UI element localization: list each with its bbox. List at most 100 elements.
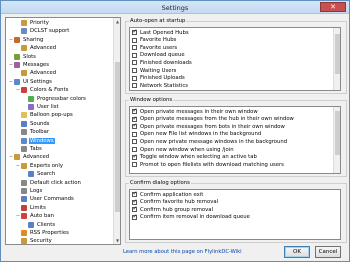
confirm-title: Confirm dialog options (129, 180, 191, 186)
tree-item[interactable]: Priority (15, 19, 50, 27)
tree-item[interactable]: − Experts only (15, 162, 64, 170)
option-row[interactable]: Favorite users (132, 44, 177, 51)
option-label: Download queue (140, 52, 185, 59)
option-row[interactable]: Open private messages in their own windo… (132, 107, 258, 115)
tree-item[interactable]: Search (22, 170, 56, 178)
tree-scroll-thumb[interactable] (115, 62, 120, 212)
option-row[interactable]: Network Statistics (132, 82, 188, 89)
tree-scrollbar[interactable]: ▲ ▼ (113, 18, 120, 244)
tree-item[interactable]: Advanced (15, 69, 57, 77)
autoopen-title: Auto-open at startup (129, 18, 187, 24)
option-row[interactable]: Open new window when using /join (132, 146, 234, 153)
tree-item-icon (21, 230, 27, 236)
tree-item[interactable]: Limits (15, 204, 47, 212)
checkbox[interactable] (132, 131, 137, 137)
tree-item[interactable]: Tabs (15, 145, 43, 153)
tree-item-label: Slots (23, 53, 36, 60)
checkbox[interactable] (132, 139, 137, 145)
option-label: Network Statistics (140, 82, 189, 89)
tree-item[interactable]: Clients (22, 221, 56, 229)
confirm-list[interactable]: Confirm application exitConfirm favorite… (129, 189, 341, 240)
confirm-group: Confirm dialog options Confirm applicati… (125, 180, 347, 243)
option-row[interactable]: Confirm hub group removal (132, 205, 213, 213)
wiki-link[interactable]: Learn more about this page on FlylinkDC-… (123, 249, 242, 255)
checkbox[interactable] (132, 213, 138, 220)
tree-item[interactable]: − Sharing (8, 36, 44, 44)
tree-item-label: Priority (30, 20, 49, 26)
tree-item[interactable]: Security (15, 237, 53, 244)
autoopen-list[interactable]: Last Opened HubsFavorite HubsFavorite us… (129, 27, 341, 91)
option-row[interactable]: Favorite Hubs (132, 37, 176, 44)
tree-item[interactable]: Default click action (15, 179, 82, 187)
autoopen-scroll-thumb[interactable] (335, 34, 340, 74)
close-button[interactable]: ✕ (320, 2, 346, 12)
tree-item[interactable]: Balloon pop-ups (15, 111, 74, 119)
checkbox[interactable] (132, 60, 137, 66)
checkbox[interactable] (132, 75, 137, 81)
tree-item[interactable]: − Messages (8, 61, 50, 69)
tree-item[interactable]: RSS Properties (15, 229, 70, 237)
option-row[interactable]: Confirm application exit (132, 190, 203, 198)
tree-item[interactable]: Advanced (15, 44, 57, 52)
tree-item-label: Tabs (30, 146, 42, 152)
settings-tree[interactable]: ▲ ▼ Priority DCLST support − Sharing Advance… (5, 17, 121, 245)
checkbox[interactable] (132, 37, 137, 43)
tree-item[interactable]: DCLST support (15, 27, 70, 35)
option-row[interactable]: Promot to open filelists with download m… (132, 161, 284, 168)
tree-item-label: Clients (37, 221, 56, 228)
option-row[interactable]: Finished downloads (132, 59, 192, 66)
tree-item[interactable]: − Colors & Fonts (15, 86, 69, 94)
ok-button[interactable]: OK (284, 246, 310, 258)
autoopen-scrollbar[interactable] (333, 28, 340, 90)
tree-item[interactable]: User list (22, 103, 60, 111)
tree-item[interactable]: Toolbar (15, 128, 50, 136)
checkbox[interactable] (132, 115, 138, 122)
option-row[interactable]: Toggle window when selecting an active t… (132, 153, 257, 161)
window-options-list[interactable]: Open private messages in their own windo… (129, 106, 341, 174)
checkbox[interactable] (132, 162, 137, 168)
option-row[interactable]: Open private messages from bots in their… (132, 122, 285, 130)
tree-item-icon (14, 78, 20, 85)
checkbox[interactable] (132, 68, 137, 74)
checkbox[interactable] (132, 122, 138, 130)
option-row[interactable]: Open new private message windows in the … (132, 138, 287, 145)
tree-item[interactable]: − Auto ban (15, 212, 55, 220)
option-row[interactable]: Open new File list windows in the backgr… (132, 131, 261, 138)
tree-item[interactable]: Progressbar colors (22, 95, 87, 103)
option-row[interactable]: Last Opened Hubs (132, 28, 189, 36)
option-label: Promot to open filelists with download m… (140, 161, 284, 168)
scroll-down-icon[interactable]: ▼ (114, 237, 120, 244)
cancel-button[interactable]: Cancel (315, 246, 341, 258)
tree-item[interactable]: − UI Settings (8, 78, 53, 86)
checkbox[interactable] (132, 205, 138, 213)
tree-item[interactable]: − Advanced (8, 153, 50, 161)
option-row[interactable]: Finished Uploads (132, 75, 185, 82)
option-row[interactable]: Confirm item removal in download queue (132, 213, 250, 221)
checkbox[interactable] (132, 28, 138, 36)
tree-item[interactable]: Logs (15, 187, 43, 195)
checkbox[interactable] (132, 83, 137, 89)
checkbox[interactable] (132, 52, 137, 58)
checkbox[interactable] (132, 147, 137, 153)
tree-item-label: Auto ban (30, 213, 54, 220)
option-row[interactable]: Waiting Users (132, 67, 176, 74)
option-row[interactable]: Download queue (132, 52, 185, 59)
tree-item[interactable]: Sounds (15, 120, 50, 128)
window-options-scroll-thumb[interactable] (335, 111, 340, 155)
checkbox[interactable] (132, 45, 137, 51)
option-label: Finished Uploads (140, 75, 185, 82)
option-row[interactable]: Confirm favorite hub removal (132, 198, 218, 206)
checkbox[interactable] (132, 198, 138, 205)
window-title: Settings (161, 4, 189, 12)
tree-item[interactable]: User Commands (15, 195, 75, 203)
tree-item-icon (21, 70, 27, 77)
checkbox[interactable] (132, 107, 138, 115)
tree-item[interactable]: Slots (8, 53, 37, 61)
tree-item-label: Advanced (30, 45, 57, 52)
tree-item[interactable]: Windows (15, 137, 55, 145)
scroll-up-icon[interactable]: ▲ (114, 18, 120, 25)
option-row[interactable]: Open private messages from the hub in th… (132, 115, 294, 123)
checkbox[interactable] (132, 153, 138, 160)
window-options-scrollbar[interactable] (333, 107, 340, 173)
checkbox[interactable] (132, 190, 138, 198)
